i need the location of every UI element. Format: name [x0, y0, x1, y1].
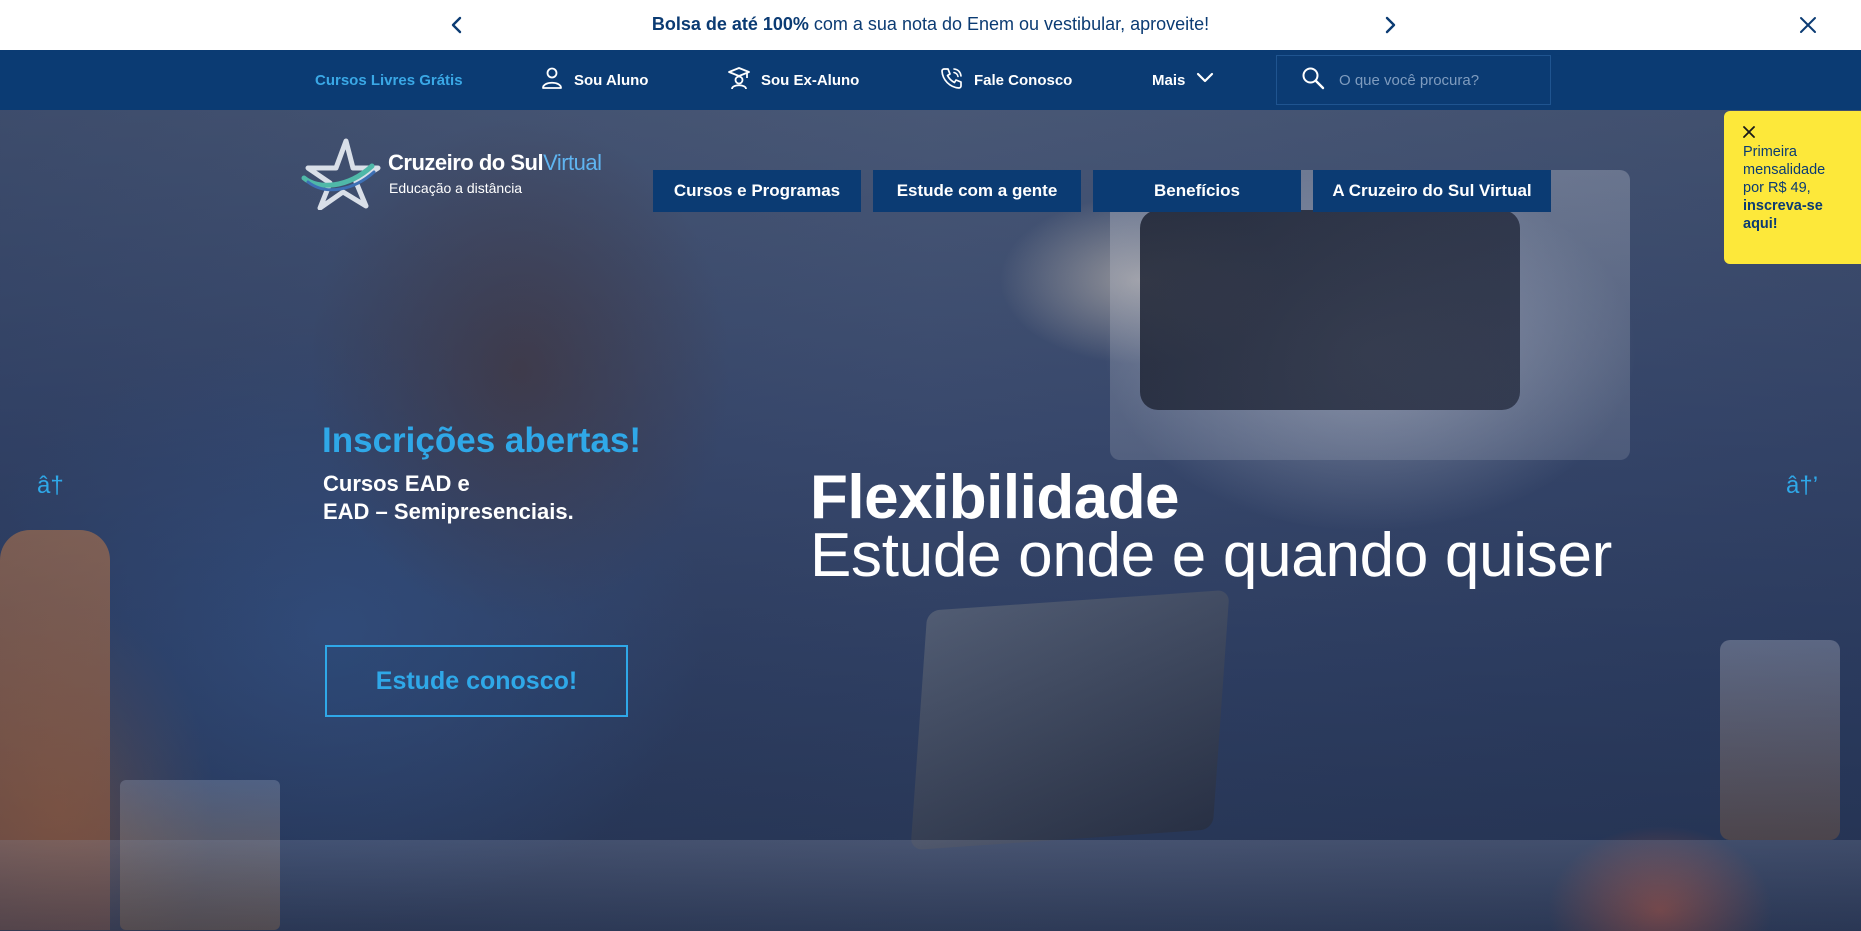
nav-courses-programs[interactable]: Cursos e Programas — [653, 170, 861, 212]
nav-about[interactable]: A Cruzeiro do Sul Virtual — [1313, 170, 1551, 212]
announcement-rest: com a sua nota do Enem ou vestibular, ap… — [808, 14, 1210, 34]
promo-text: Primeira mensalidade por R$ 49, — [1743, 144, 1826, 196]
search-input[interactable] — [1339, 71, 1529, 89]
utility-nav: Cursos Livres Grátis Sou Aluno Sou Ex-Al… — [0, 50, 1861, 110]
more-menu[interactable]: Mais — [1152, 50, 1215, 110]
chevron-right-icon[interactable] — [1378, 13, 1402, 37]
carousel-prev-arrow[interactable]: â† — [37, 472, 64, 500]
hero-banner: Cruzeiro do SulVirtual Educação a distân… — [0, 110, 1861, 931]
star-logo-icon — [298, 138, 382, 215]
announcement-text[interactable]: Bolsa de até 100% com a sua nota do Enem… — [0, 14, 1861, 35]
more-label: Mais — [1152, 71, 1186, 89]
logo-tagline: Educação a distância — [389, 180, 523, 196]
student-label: Sou Aluno — [574, 71, 649, 89]
free-courses-link[interactable]: Cursos Livres Grátis — [315, 50, 463, 110]
hero-subline-1: Cursos EAD e — [323, 471, 470, 496]
hero-headline: Inscrições abertas! — [322, 421, 642, 460]
logo-name: Cruzeiro do SulVirtual — [388, 150, 602, 176]
user-icon — [540, 66, 574, 94]
chevron-down-icon — [1185, 68, 1215, 92]
nav-benefits[interactable]: Benefícios — [1093, 170, 1301, 212]
study-with-us-button[interactable]: Estude conosco! — [325, 645, 628, 717]
promo-signup-link[interactable]: inscreva-se aqui! — [1743, 198, 1823, 232]
close-icon[interactable] — [1743, 125, 1757, 139]
announcement-bold: Bolsa de até 100% — [651, 14, 809, 34]
hero-subline: Cursos EAD e EAD – Semipresenciais. — [323, 470, 574, 526]
hero-title-regular: Estude onde e quando quiser — [810, 521, 1612, 590]
search-box[interactable] — [1276, 55, 1551, 105]
site-logo[interactable]: Cruzeiro do SulVirtual Educação a distân… — [298, 138, 602, 211]
logo-name-accent: Virtual — [543, 150, 602, 175]
nav-study-with-us[interactable]: Estude com a gente — [873, 170, 1081, 212]
announcement-bar: Bolsa de até 100% com a sua nota do Enem… — [0, 0, 1861, 50]
contact-link[interactable]: Fale Conosco — [940, 50, 1072, 110]
search-icon[interactable] — [1277, 66, 1325, 95]
close-icon[interactable] — [1796, 13, 1820, 37]
student-link[interactable]: Sou Aluno — [540, 50, 648, 110]
alumni-link[interactable]: Sou Ex-Aluno — [727, 50, 859, 110]
promo-popup: Primeira mensalidade por R$ 49, inscreva… — [1724, 111, 1861, 264]
phone-icon — [940, 66, 974, 94]
carousel-next-arrow[interactable]: â†’ — [1786, 472, 1818, 500]
logo-name-main: Cruzeiro do Sul — [388, 150, 544, 175]
alumni-label: Sou Ex-Aluno — [761, 71, 860, 89]
graduate-icon — [727, 66, 761, 94]
contact-label: Fale Conosco — [974, 71, 1073, 89]
hero-subline-2: EAD – Semipresenciais. — [323, 499, 574, 524]
